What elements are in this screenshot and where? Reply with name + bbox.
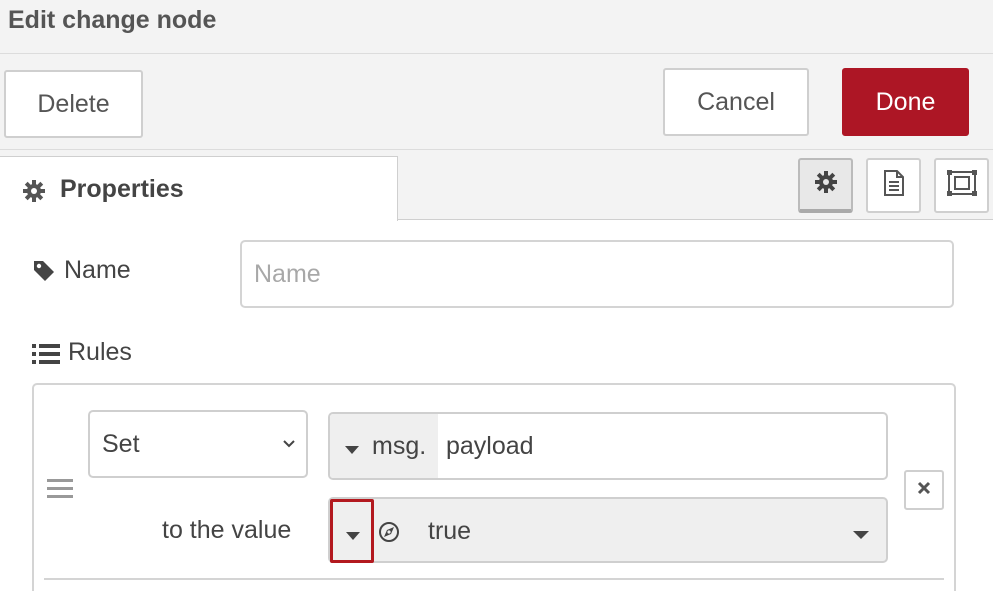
node-appearance-tab-button[interactable] xyxy=(934,158,989,213)
to-the-value-label: to the value xyxy=(162,516,292,544)
rule-action-select[interactable]: Set xyxy=(88,410,308,478)
name-input[interactable] xyxy=(240,240,954,308)
dialog-title: Edit change node xyxy=(8,6,217,34)
tab-properties-label: Properties xyxy=(60,175,184,203)
caret-down-icon[interactable] xyxy=(852,527,870,545)
rule-property-input[interactable]: msg. payload xyxy=(328,412,888,480)
rules-label-text: Rules xyxy=(68,338,132,366)
property-type-button[interactable]: msg. xyxy=(330,414,438,478)
delete-button[interactable]: Delete xyxy=(4,70,143,138)
boolean-icon xyxy=(378,521,400,548)
rule-action-value: Set xyxy=(102,430,140,458)
remove-rule-button[interactable] xyxy=(904,470,944,510)
edit-change-node-dialog: Edit change node Delete Cancel Done Prop… xyxy=(0,0,993,591)
list-icon xyxy=(32,343,60,372)
title-bar: Edit change node xyxy=(0,0,993,54)
rule-value-input[interactable]: true xyxy=(328,497,888,563)
done-button[interactable]: Done xyxy=(842,68,969,136)
drag-handle-icon[interactable] xyxy=(47,478,73,505)
rules-divider xyxy=(44,578,944,580)
gear-icon xyxy=(814,170,838,199)
caret-down-icon xyxy=(344,442,360,460)
name-label-text: Name xyxy=(64,256,131,284)
close-icon xyxy=(917,481,931,500)
property-value: payload xyxy=(446,432,534,460)
gear-icon xyxy=(22,179,46,208)
dialog-toolbar: Delete Cancel Done xyxy=(0,54,993,150)
document-icon xyxy=(882,169,906,202)
node-description-tab-button[interactable] xyxy=(866,158,921,213)
tabs-row: Properties xyxy=(0,150,993,221)
caret-down-icon xyxy=(345,528,361,546)
property-type-label: msg. xyxy=(372,432,427,460)
value-type-button[interactable] xyxy=(330,499,374,563)
node-properties-tab-button[interactable] xyxy=(798,158,853,213)
tab-properties[interactable]: Properties xyxy=(0,156,398,221)
cancel-button[interactable]: Cancel xyxy=(663,68,809,136)
value-text: true xyxy=(428,517,472,545)
tag-icon xyxy=(32,259,56,290)
frame-icon xyxy=(946,169,978,202)
chevron-down-icon xyxy=(282,436,296,454)
